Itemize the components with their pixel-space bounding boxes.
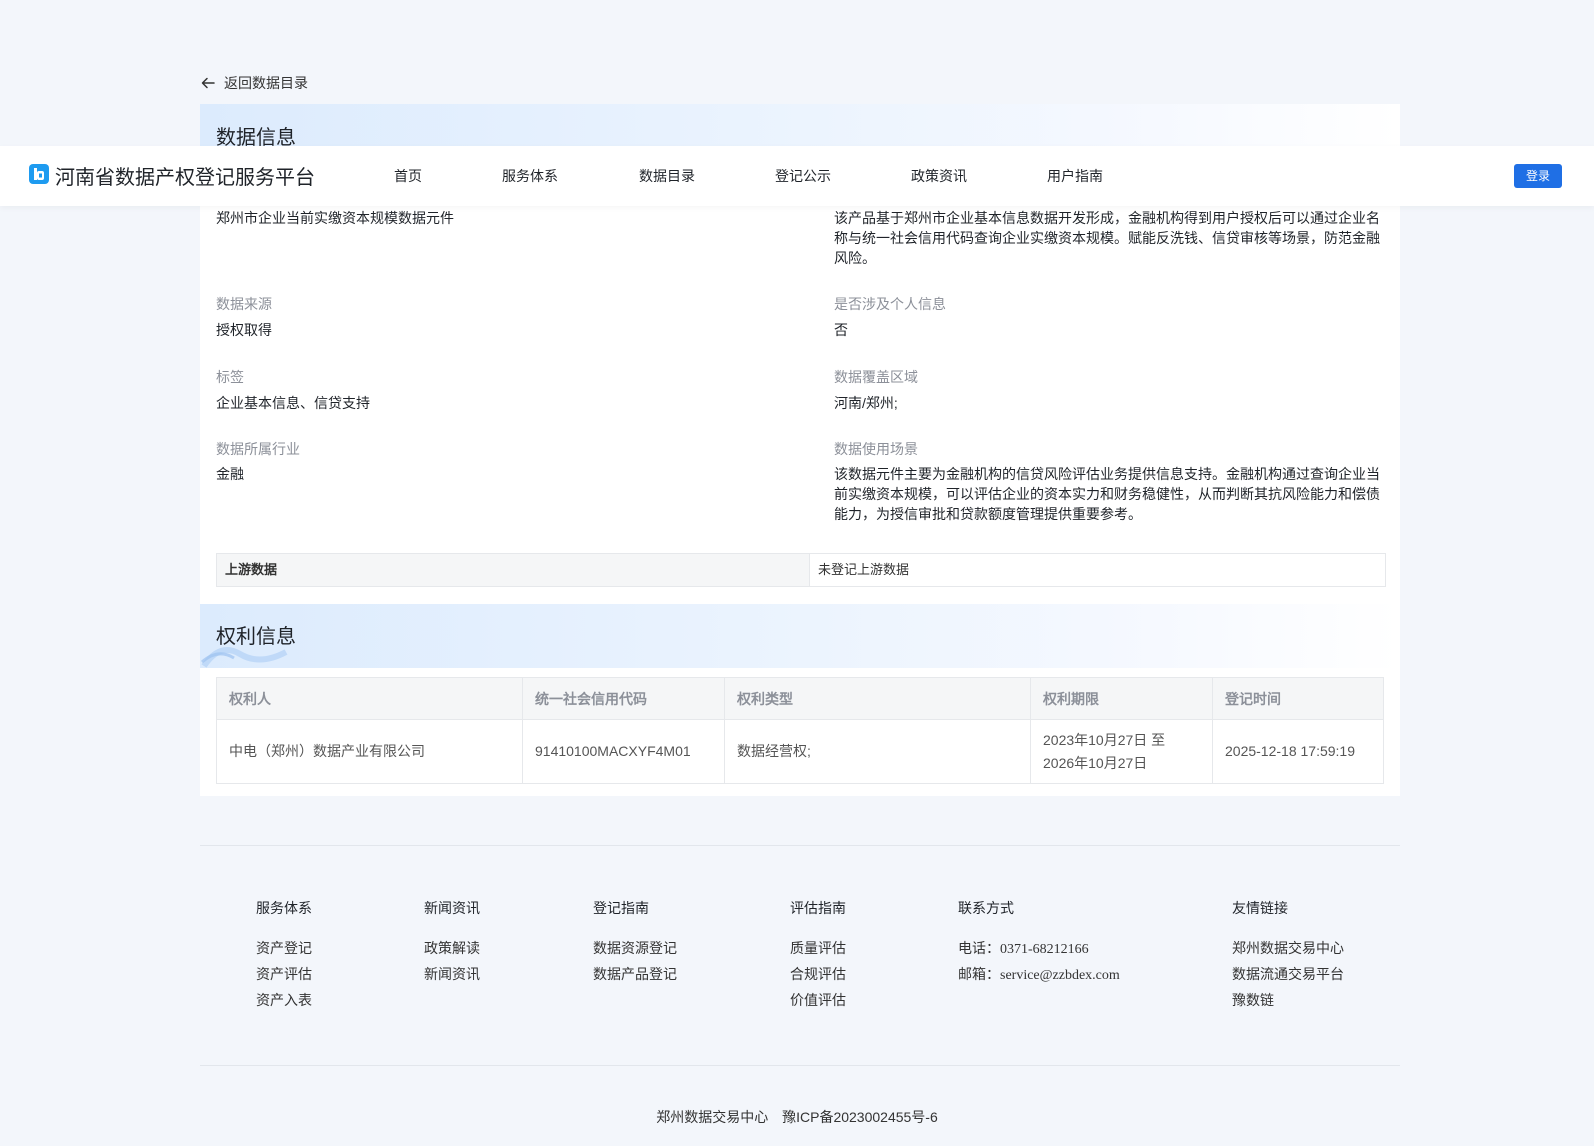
footer-link-compliance-evaluation[interactable]: 合规评估 [790,964,846,984]
coverage-value: 河南/郑州; [834,395,898,411]
back-to-catalog-link[interactable]: 返回数据目录 [200,72,308,94]
nav-service-system[interactable]: 服务体系 [502,166,558,186]
rights-info-header: 权利信息 [200,604,1400,668]
phone-label: 电话： [958,940,1000,956]
data-name-value: 郑州市企业当前实缴资本规模数据元件 [216,210,454,226]
usage-scenario-value: 该数据元件主要为金融机构的信贷风险评估业务提供信息支持。金融机构通过查询企业当前… [834,466,1380,522]
table-row: 中电（郑州）数据产业有限公司 91410100MACXYF4M01 数据经营权;… [216,719,1384,784]
tags-value: 企业基本信息、信贷支持 [216,395,370,411]
footer-link-asset-evaluation[interactable]: 资产评估 [256,964,312,984]
footer-top-divider [200,845,1400,846]
source-label: 数据来源 [216,296,272,312]
term-end: 2026年10月27日 [1043,754,1148,771]
upstream-data-row: 上游数据 未登记上游数据 [216,553,1386,587]
footer-link-news[interactable]: 新闻资讯 [424,964,480,984]
source-value: 授权取得 [216,322,272,338]
personal-info-label: 是否涉及个人信息 [834,296,946,312]
column-header: 权利期限 [1030,677,1213,720]
top-navigation-bar: 河南省数据产权登记服务平台 首页 服务体系 数据目录 登记公示 政策资讯 用户指… [0,146,1594,206]
nav-registration-notice[interactable]: 登记公示 [775,166,831,186]
right-term-cell: 2023年10月27日 至 2026年10月27日 [1030,719,1213,784]
footer-link-product-registration[interactable]: 数据产品登记 [593,964,677,984]
column-header: 权利类型 [724,677,1031,720]
icp-record-link[interactable]: 豫ICP备2023002455号-6 [782,1109,938,1125]
footer-title-evaluation-guide: 评估指南 [790,900,846,916]
login-button[interactable]: 登录 [1514,164,1562,188]
footer-title-news: 新闻资讯 [424,900,480,916]
tags-label: 标签 [216,369,244,385]
footer-link-resource-registration[interactable]: 数据资源登记 [593,938,677,958]
footer-phone: 电话：0371-68212166 [958,938,1089,958]
platform-title: 河南省数据产权登记服务平台 [55,167,315,189]
column-header: 登记时间 [1212,677,1384,720]
footer-link-asset-booking[interactable]: 资产入表 [256,990,312,1010]
phone-value: 0371-68212166 [1000,942,1089,957]
footer-email: 邮箱：service@zzbdex.com [958,964,1120,984]
nav-data-catalog[interactable]: 数据目录 [639,166,695,186]
registered-time-cell: 2025-12-18 17:59:19 [1212,719,1384,784]
footer-link-asset-registration[interactable]: 资产登记 [256,938,312,958]
table-header-row: 权利人 统一社会信用代码 权利类型 权利期限 登记时间 [216,677,1384,720]
footer-link-zz-data-exchange[interactable]: 郑州数据交易中心 [1232,938,1344,958]
data-description-value: 该产品基于郑州市企业基本信息数据开发形成，金融机构得到用户授权后可以通过企业名称… [834,210,1380,266]
rights-info-title: 权利信息 [216,626,296,648]
nav-home[interactable]: 首页 [394,166,422,186]
platform-logo-icon [29,164,49,184]
footer-link-quality-evaluation[interactable]: 质量评估 [790,938,846,958]
rights-table: 权利人 统一社会信用代码 权利类型 权利期限 登记时间 中电（郑州）数据产业有限… [216,677,1384,784]
coverage-label: 数据覆盖区域 [834,369,918,385]
nav-user-guide[interactable]: 用户指南 [1047,166,1103,186]
personal-info-value: 否 [834,322,848,338]
footer-title-registration-guide: 登记指南 [593,900,649,916]
rights-holder-cell: 中电（郑州）数据产业有限公司 [216,719,523,784]
footer-title-contact: 联系方式 [958,900,1014,916]
industry-label: 数据所属行业 [216,441,300,457]
footer-link-value-evaluation[interactable]: 价值评估 [790,990,846,1010]
back-link-label: 返回数据目录 [224,75,308,91]
footer-title-friendly-links: 友情链接 [1232,900,1288,916]
footer-title-service: 服务体系 [256,900,312,916]
industry-value: 金融 [216,466,244,482]
upstream-label: 上游数据 [217,554,810,586]
footer-link-yu-shu-lian[interactable]: 豫数链 [1232,990,1274,1010]
credit-code-cell: 91410100MACXYF4M01 [522,719,725,784]
footer-bottom-divider [200,1065,1400,1066]
column-header: 权利人 [216,677,523,720]
copyright-bar: 郑州数据交易中心 豫ICP备2023002455号-6 [0,1107,1594,1127]
email-value: service@zzbdex.com [1000,968,1120,983]
nav-policy-news[interactable]: 政策资讯 [911,166,967,186]
upstream-value: 未登记上游数据 [818,562,910,577]
footer-link-policy-interpretation[interactable]: 政策解读 [424,938,480,958]
column-header: 统一社会信用代码 [522,677,725,720]
usage-scenario-label: 数据使用场景 [834,441,918,457]
footer-link-data-trading-platform[interactable]: 数据流通交易平台 [1232,964,1344,984]
right-type-cell: 数据经营权; [724,719,1031,784]
arrow-left-icon [201,77,215,89]
email-label: 邮箱： [958,966,1000,982]
footer-org-name: 郑州数据交易中心 [656,1109,769,1125]
term-start: 2023年10月27日 至 [1043,731,1166,748]
